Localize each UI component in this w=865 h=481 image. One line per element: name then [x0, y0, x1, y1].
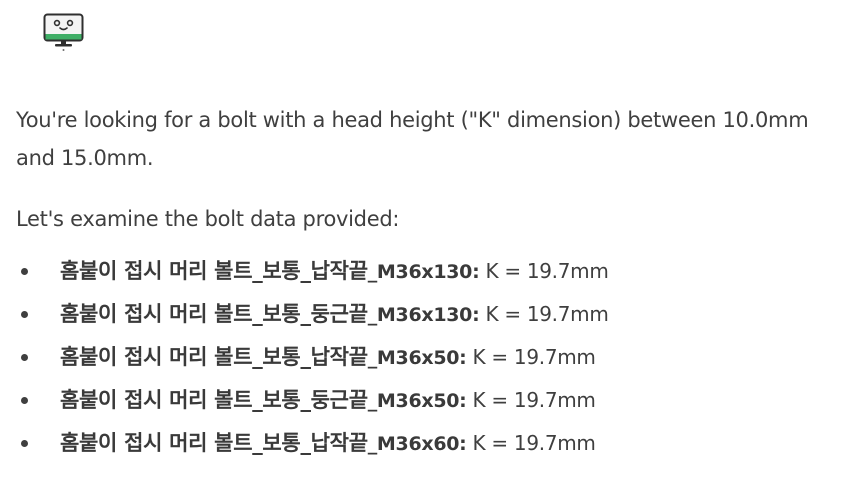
bolt-k-value: K = 19.7mm — [466, 345, 596, 369]
bolt-type: 홈붙이 접시 머리 볼트_보통_둥근끝 — [60, 388, 368, 412]
bolt-k-value: K = 19.7mm — [479, 259, 609, 283]
list-item: 홈붙이 접시 머리 볼트_보통_둥근끝_M36x50: K = 19.7mm — [16, 379, 846, 422]
bolt-type: 홈붙이 접시 머리 볼트_보통_납작끝 — [60, 431, 368, 455]
bolt-size: _M36x130: — [367, 304, 480, 326]
lead-paragraph: Let's examine the bolt data provided: — [16, 207, 400, 231]
bullet-icon — [21, 268, 28, 275]
bolt-list: 홈붙이 접시 머리 볼트_보통_납작끝_M36x130: K = 19.7mm … — [16, 250, 846, 465]
bolt-size: _M36x50: — [367, 390, 467, 412]
bolt-size: _M36x60: — [367, 433, 467, 455]
list-item: 홈붙이 접시 머리 볼트_보통_둥근끝_M36x130: K = 19.7mm — [16, 293, 846, 336]
computer-monitor-face-icon — [43, 13, 84, 51]
bolt-name: 홈붙이 접시 머리 볼트_보통_납작끝_M36x50: — [60, 345, 467, 369]
bolt-name: 홈붙이 접시 머리 볼트_보통_둥근끝_M36x50: — [60, 388, 467, 412]
bolt-size: _M36x130: — [367, 261, 480, 283]
list-item: 홈붙이 접시 머리 볼트_보통_납작끝_M36x60: K = 19.7mm — [16, 422, 846, 465]
bolt-type: 홈붙이 접시 머리 볼트_보통_납작끝 — [60, 259, 368, 283]
intro-paragraph: You're looking for a bolt with a head he… — [16, 108, 809, 170]
bolt-name: 홈붙이 접시 머리 볼트_보통_둥근끝_M36x130: — [60, 302, 480, 326]
bolt-k-value: K = 19.7mm — [466, 388, 596, 412]
bullet-icon — [21, 440, 28, 447]
bolt-name: 홈붙이 접시 머리 볼트_보통_납작끝_M36x130: — [60, 259, 480, 283]
bolt-size: _M36x50: — [367, 347, 467, 369]
bolt-k-value: K = 19.7mm — [479, 302, 609, 326]
assistant-avatar — [42, 12, 86, 52]
bullet-icon — [21, 354, 28, 361]
bolt-type: 홈붙이 접시 머리 볼트_보통_둥근끝 — [60, 302, 368, 326]
bolt-k-value: K = 19.7mm — [466, 431, 596, 455]
bolt-name: 홈붙이 접시 머리 볼트_보통_납작끝_M36x60: — [60, 431, 467, 455]
assistant-message: You're looking for a bolt with a head he… — [16, 101, 846, 465]
bullet-icon — [21, 311, 28, 318]
bullet-icon — [21, 397, 28, 404]
list-item: 홈붙이 접시 머리 볼트_보통_납작끝_M36x50: K = 19.7mm — [16, 336, 846, 379]
list-item: 홈붙이 접시 머리 볼트_보통_납작끝_M36x130: K = 19.7mm — [16, 250, 846, 293]
bolt-type: 홈붙이 접시 머리 볼트_보통_납작끝 — [60, 345, 368, 369]
